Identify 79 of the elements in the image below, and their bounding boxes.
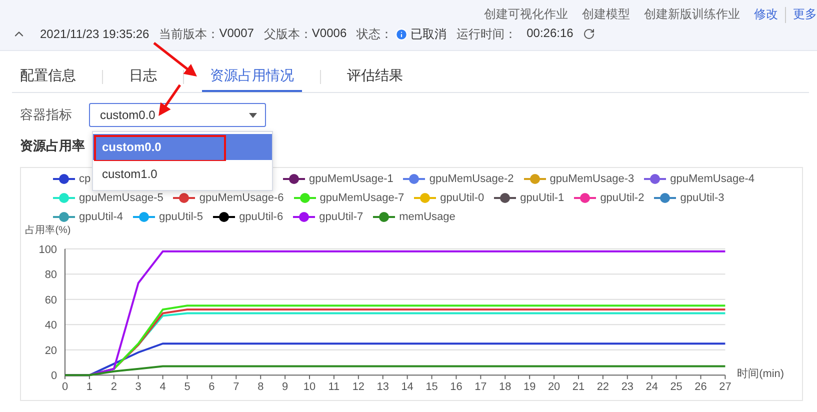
x-tick-label: 11 — [328, 381, 340, 394]
y-tick-label: 60 — [44, 294, 58, 306]
tab[interactable]: 资源占用情况 — [202, 61, 302, 92]
legend-label[interactable]: gpuUtil-3 — [680, 192, 724, 204]
y-tick-label: 40 — [44, 320, 58, 332]
x-tick-label: 18 — [499, 381, 512, 394]
x-tick-label: 14 — [401, 381, 414, 394]
action-link[interactable]: 创建模型 — [575, 7, 637, 23]
x-tick-label: 12 — [352, 381, 364, 394]
x-tick-label: 25 — [670, 381, 682, 394]
legend-label[interactable]: gpuUtil-5 — [159, 211, 204, 223]
x-tick-label: 9 — [282, 381, 288, 394]
timestamp: 2021/11/23 19:35:26 — [40, 27, 150, 41]
action-link[interactable]: 修改 — [747, 7, 786, 23]
info-icon — [394, 28, 408, 40]
dropdown-option[interactable]: custom0.0 — [93, 134, 272, 160]
x-axis-title: 时间(min) — [737, 368, 784, 380]
action-link[interactable]: 更多 — [786, 7, 817, 23]
field-label: 父版本： — [264, 26, 312, 42]
x-tick-label: 0 — [62, 381, 68, 394]
legend-label[interactable]: gpuMemUsage-1 — [309, 173, 394, 185]
legend-label[interactable]: gpuMemUsage-4 — [670, 173, 754, 185]
x-tick-label: 4 — [160, 381, 166, 394]
caret-icon — [249, 112, 257, 118]
tab[interactable]: 日志 — [121, 61, 165, 92]
x-tick-label: 22 — [596, 381, 610, 394]
x-tick-label: 1 — [86, 381, 92, 394]
legend-label[interactable]: gpuUtil-7 — [319, 211, 364, 223]
dropdown-option[interactable]: custom1.0 — [93, 161, 272, 187]
legend-label[interactable]: gpuUtil-0 — [440, 192, 484, 204]
y-tick-label: 0 — [50, 370, 58, 382]
tab[interactable]: 配置信息 — [12, 61, 84, 92]
refresh-icon[interactable] — [583, 28, 596, 40]
x-tick-label: 7 — [233, 381, 240, 394]
metric-select[interactable]: custom0.0 — [89, 103, 266, 127]
legend-label[interactable]: gpuMemUsage-2 — [429, 173, 514, 185]
runtime-label: 运行时间： — [456, 26, 517, 42]
status-value: 已取消 — [410, 26, 447, 42]
legend-label[interactable]: gpuUtil-4 — [79, 211, 124, 223]
field-value: V0007 — [219, 26, 254, 42]
x-tick-label: 19 — [524, 381, 536, 394]
status-label: 状态： — [356, 26, 393, 42]
x-tick-label: 20 — [548, 381, 560, 394]
x-tick-label: 24 — [646, 381, 658, 394]
field-label: 当前版本： — [159, 26, 220, 42]
legend-label[interactable]: gpuMemUsage-7 — [320, 192, 404, 204]
x-tick-label: 10 — [303, 381, 316, 394]
x-tick-label: 2 — [110, 381, 117, 394]
x-tick-label: 5 — [184, 381, 190, 394]
legend-label[interactable]: cp — [79, 173, 91, 185]
x-tick-label: 13 — [376, 381, 389, 394]
legend-label[interactable]: gpuUtil-6 — [239, 211, 284, 223]
tab[interactable]: 评估结果 — [339, 61, 411, 92]
legend-label[interactable]: gpuMemUsage-6 — [199, 192, 284, 204]
x-tick-label: 17 — [474, 381, 487, 394]
x-tick-label: 16 — [450, 381, 462, 394]
legend-label[interactable]: memUsage — [399, 211, 456, 223]
action-link[interactable]: 创建可视化作业 — [477, 7, 575, 23]
x-tick-label: 15 — [426, 381, 438, 394]
x-tick-label: 23 — [621, 381, 634, 394]
select-label: 容器指标 — [20, 106, 72, 124]
legend-label[interactable]: gpuMemUsage-5 — [79, 192, 164, 204]
x-tick-label: 3 — [135, 381, 142, 394]
legend-label[interactable]: gpuMemUsage-3 — [550, 173, 634, 185]
y-tick-label: 100 — [38, 244, 58, 256]
x-tick-label: 8 — [258, 381, 264, 394]
section-title: 资源占用率 — [20, 137, 85, 155]
y-tick-label: 80 — [44, 269, 58, 282]
action-link[interactable]: 创建新版训练作业 — [637, 7, 747, 23]
annotation-arrow — [158, 84, 182, 116]
x-tick-label: 6 — [208, 381, 215, 394]
y-tick-label: 20 — [44, 344, 58, 357]
field-value: V0006 — [312, 26, 347, 42]
runtime-value: 00:26:16 — [526, 26, 574, 42]
legend-label[interactable]: gpuUtil-2 — [600, 192, 644, 204]
x-tick-label: 26 — [694, 381, 707, 394]
x-tick-label: 21 — [572, 381, 585, 394]
legend-label[interactable]: gpuUtil-1 — [520, 192, 564, 204]
x-tick-label: 27 — [719, 381, 732, 394]
